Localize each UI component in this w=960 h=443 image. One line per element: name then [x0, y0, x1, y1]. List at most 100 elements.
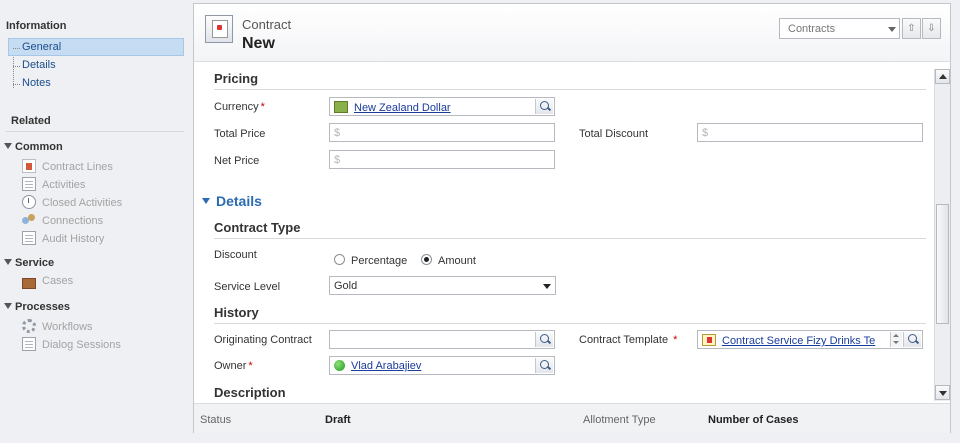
collapse-triangle-icon: [4, 259, 12, 265]
lookup-search-icon[interactable]: [903, 332, 921, 347]
record-title: New: [242, 35, 275, 52]
nav-item-dialog-sessions[interactable]: Dialog Sessions: [22, 337, 121, 351]
entity-type-label: Contract: [242, 17, 292, 32]
originating-contract-lookup[interactable]: [329, 330, 555, 349]
required-marker: *: [673, 334, 678, 346]
service-level-value: Gold: [334, 280, 358, 292]
radio-checked-icon: [421, 254, 432, 265]
nav-item-label: Audit History: [42, 233, 105, 245]
nav-item-closed-activities[interactable]: Closed Activities: [22, 195, 122, 209]
owner-link[interactable]: Vlad Arabajiev: [351, 360, 421, 372]
collapse-triangle-icon: [4, 143, 12, 149]
radio-unchecked-icon: [334, 254, 345, 265]
tree-branch: [13, 84, 20, 85]
next-record-button[interactable]: ⇩: [922, 18, 941, 39]
nav-item-connections[interactable]: Connections: [22, 213, 103, 227]
nav-item-label: Connections: [42, 215, 104, 227]
pricing-section-title: Pricing: [214, 71, 259, 86]
previous-record-button[interactable]: ⇧: [902, 18, 921, 39]
case-icon: [22, 278, 36, 289]
form-scrollbar[interactable]: [934, 69, 950, 401]
contract-template-lookup[interactable]: Contract Service Fizy Drinks Te: [697, 330, 923, 349]
nav-item-label: Dialog Sessions: [42, 339, 121, 351]
group-common[interactable]: Common: [4, 141, 63, 153]
group-label: Processes: [15, 301, 71, 313]
nav-divider: [6, 131, 184, 132]
radio-label: Percentage: [351, 255, 408, 267]
nav-item-audit-history[interactable]: Audit History: [22, 231, 104, 245]
information-heading: Information: [6, 20, 67, 32]
lookup-search-icon[interactable]: [535, 358, 553, 373]
allotment-type-value: Number of Cases: [708, 414, 799, 426]
contract-template-link[interactable]: Contract Service Fizy Drinks Te: [722, 335, 875, 347]
form-panel: Contract New Contracts ⇧ ⇩ Pricing Curre…: [193, 3, 951, 433]
required-marker: *: [248, 360, 253, 372]
tree-branch: [13, 48, 20, 49]
lookup-search-icon[interactable]: [535, 332, 553, 347]
collapse-triangle-icon: [4, 303, 12, 309]
section-divider: [214, 238, 926, 239]
contract-type-title: Contract Type: [214, 220, 301, 235]
template-icon: [702, 334, 716, 346]
nav-item-label: Activities: [42, 179, 86, 191]
discount-option-percentage[interactable]: Percentage: [334, 254, 407, 267]
contract-template-label: Contract Template *: [579, 334, 678, 346]
nav-item-workflows[interactable]: Workflows: [22, 319, 93, 333]
form-header: Contract New Contracts ⇧ ⇩: [194, 4, 950, 62]
contract-lines-icon: [22, 159, 36, 173]
nav-item-label: Closed Activities: [42, 197, 123, 209]
scroll-up-button[interactable]: [935, 69, 950, 84]
audit-history-icon: [22, 231, 36, 245]
connections-icon: [22, 213, 36, 227]
discount-option-amount[interactable]: Amount: [421, 254, 476, 267]
originating-contract-label: Originating Contract: [214, 334, 312, 346]
total-price-input[interactable]: $: [329, 123, 555, 142]
owner-lookup[interactable]: Vlad Arabajiev: [329, 356, 555, 375]
contract-entity-icon: [205, 15, 233, 43]
group-processes[interactable]: Processes: [4, 301, 70, 313]
scroll-spinner-icon[interactable]: [890, 332, 902, 347]
allotment-type-label: Allotment Type: [583, 414, 656, 426]
clock-icon: [22, 195, 36, 209]
nav-item-notes[interactable]: Notes: [22, 77, 51, 89]
section-divider: [214, 323, 926, 324]
description-section-title: Description: [214, 385, 286, 400]
discount-label: Discount: [214, 249, 257, 261]
tree-branch: [13, 66, 20, 67]
arrow-up-icon: ⇧: [907, 23, 916, 34]
nav-item-details[interactable]: Details: [22, 59, 56, 71]
currency-link[interactable]: New Zealand Dollar: [354, 102, 451, 114]
service-level-label: Service Level: [214, 281, 281, 293]
currency-lookup[interactable]: New Zealand Dollar: [329, 97, 555, 116]
total-discount-input[interactable]: $: [697, 123, 923, 142]
chevron-down-icon: [543, 284, 551, 289]
radio-label: Amount: [438, 255, 476, 267]
nav-item-contract-lines[interactable]: Contract Lines: [22, 159, 113, 173]
chevron-down-icon: [888, 27, 896, 32]
related-heading: Related: [11, 115, 51, 127]
lookup-search-icon[interactable]: [535, 99, 553, 114]
view-selector[interactable]: Contracts: [779, 18, 900, 39]
owner-label: Owner *: [214, 360, 253, 372]
gear-icon: [22, 319, 36, 333]
nav-item-cases[interactable]: Cases: [22, 275, 74, 289]
service-level-select[interactable]: Gold: [329, 276, 556, 295]
view-selector-value: Contracts: [788, 23, 836, 35]
nav-item-general[interactable]: General: [22, 41, 61, 53]
net-price-input[interactable]: $: [329, 150, 555, 169]
group-service[interactable]: Service: [4, 257, 54, 269]
scroll-down-button[interactable]: [935, 385, 950, 400]
currency-label: Currency *: [214, 101, 265, 113]
user-presence-icon: [334, 360, 345, 371]
nav-item-activities[interactable]: Activities: [22, 177, 85, 191]
group-label: Service: [15, 257, 55, 269]
form-footer: Status Draft Allotment Type Number of Ca…: [194, 403, 950, 433]
details-title: Details: [216, 193, 262, 209]
total-discount-label: Total Discount: [579, 128, 649, 140]
details-section-header[interactable]: Details: [202, 193, 262, 209]
nav-item-label: Cases: [42, 275, 74, 287]
net-price-label: Net Price: [214, 155, 260, 167]
section-divider: [214, 89, 926, 90]
currency-icon: [334, 101, 348, 113]
scroll-thumb[interactable]: [936, 204, 949, 324]
